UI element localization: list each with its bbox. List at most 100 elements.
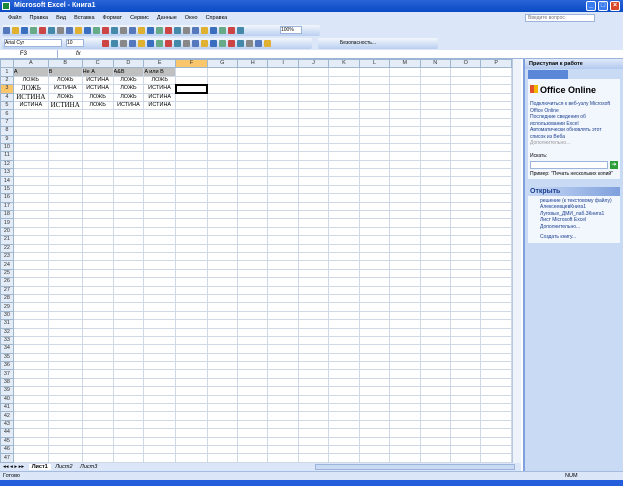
cell[interactable]	[328, 251, 360, 262]
cell[interactable]	[358, 176, 391, 186]
cell[interactable]	[175, 369, 208, 379]
cell[interactable]: ЛОЖЬ	[12, 75, 49, 86]
cell[interactable]: ЛОЖЬ	[47, 75, 83, 86]
cell[interactable]	[358, 210, 391, 220]
cell[interactable]	[237, 235, 269, 245]
cell[interactable]	[297, 184, 330, 195]
cell[interactable]	[480, 176, 512, 186]
cell[interactable]	[143, 277, 177, 287]
cell[interactable]	[112, 193, 145, 203]
cell[interactable]	[297, 235, 330, 245]
cell[interactable]	[480, 117, 512, 128]
cell[interactable]	[237, 377, 269, 388]
cell[interactable]	[237, 268, 269, 279]
cell[interactable]	[143, 361, 177, 371]
cell[interactable]	[143, 184, 177, 195]
menu-item[interactable]: Окно	[185, 15, 198, 21]
cell[interactable]	[112, 344, 145, 354]
row-header[interactable]: 25	[0, 268, 14, 279]
cell[interactable]	[297, 344, 330, 354]
cell[interactable]	[480, 84, 512, 94]
cell[interactable]	[297, 386, 330, 396]
cell[interactable]	[358, 277, 391, 287]
cell[interactable]	[237, 260, 269, 270]
cell[interactable]	[175, 419, 208, 430]
cell[interactable]	[143, 142, 177, 153]
cell[interactable]	[47, 453, 83, 463]
cell[interactable]	[267, 402, 299, 413]
cell[interactable]	[143, 386, 177, 396]
cell[interactable]	[237, 218, 269, 228]
font-select[interactable]: Arial Cyr	[4, 39, 62, 47]
cell[interactable]	[175, 285, 208, 295]
cell[interactable]	[328, 201, 360, 212]
cell[interactable]	[480, 142, 512, 153]
cell[interactable]	[143, 243, 177, 254]
column-header[interactable]: J	[297, 59, 330, 69]
cell[interactable]	[12, 193, 49, 203]
cell[interactable]	[47, 126, 83, 136]
toolbar-button-icon[interactable]	[102, 27, 109, 34]
cell[interactable]	[358, 168, 391, 178]
cell[interactable]	[419, 100, 452, 111]
cell[interactable]	[206, 235, 239, 245]
cell[interactable]	[112, 335, 145, 346]
cell[interactable]	[12, 184, 49, 195]
cell[interactable]	[389, 117, 421, 128]
cell[interactable]	[112, 444, 145, 455]
cell[interactable]	[267, 327, 299, 337]
cell[interactable]	[449, 117, 482, 128]
maximize-button[interactable]: □	[598, 1, 608, 11]
cell[interactable]	[206, 344, 239, 354]
cell[interactable]	[419, 193, 452, 203]
cell[interactable]	[328, 84, 360, 94]
cell[interactable]	[480, 251, 512, 262]
cell[interactable]	[206, 210, 239, 220]
cell[interactable]	[419, 293, 452, 304]
cell[interactable]	[419, 419, 452, 430]
cell[interactable]	[389, 444, 421, 455]
cell[interactable]	[358, 310, 391, 321]
cell[interactable]	[419, 67, 452, 77]
toolbar-button-icon[interactable]	[255, 40, 262, 47]
row-header[interactable]: 34	[0, 344, 14, 354]
cell[interactable]	[81, 293, 114, 304]
active-cell[interactable]	[174, 83, 209, 95]
cell[interactable]	[175, 218, 208, 228]
cell[interactable]	[206, 193, 239, 203]
cell[interactable]	[480, 243, 512, 254]
toolbar-button-icon[interactable]	[39, 27, 46, 34]
cell[interactable]	[480, 310, 512, 321]
toolbar-button-icon[interactable]	[165, 27, 172, 34]
cell[interactable]	[267, 369, 299, 379]
cell[interactable]	[297, 335, 330, 346]
cell[interactable]	[389, 344, 421, 354]
cell[interactable]	[297, 210, 330, 220]
cell[interactable]	[419, 268, 452, 279]
cell[interactable]	[47, 218, 83, 228]
toolbar-button-icon[interactable]	[183, 40, 190, 47]
cell[interactable]	[81, 168, 114, 178]
cell[interactable]	[480, 302, 512, 312]
cell[interactable]	[389, 109, 421, 119]
cell[interactable]	[175, 75, 208, 86]
cell[interactable]	[449, 319, 482, 329]
menu-item[interactable]: Формат	[103, 15, 123, 21]
cell[interactable]	[267, 386, 299, 396]
cell[interactable]	[267, 117, 299, 128]
cell[interactable]	[206, 218, 239, 228]
cell[interactable]	[175, 319, 208, 329]
cell[interactable]	[449, 243, 482, 254]
cell[interactable]	[267, 184, 299, 195]
cell[interactable]	[328, 352, 360, 363]
row-header[interactable]: 45	[0, 436, 14, 446]
column-header[interactable]: O	[449, 59, 482, 69]
cell[interactable]	[267, 151, 299, 161]
cell[interactable]	[267, 428, 299, 438]
cell[interactable]	[389, 268, 421, 279]
cell[interactable]	[480, 210, 512, 220]
cell[interactable]	[328, 394, 360, 405]
cell[interactable]	[297, 126, 330, 136]
cell[interactable]	[112, 210, 145, 220]
cell[interactable]	[358, 268, 391, 279]
